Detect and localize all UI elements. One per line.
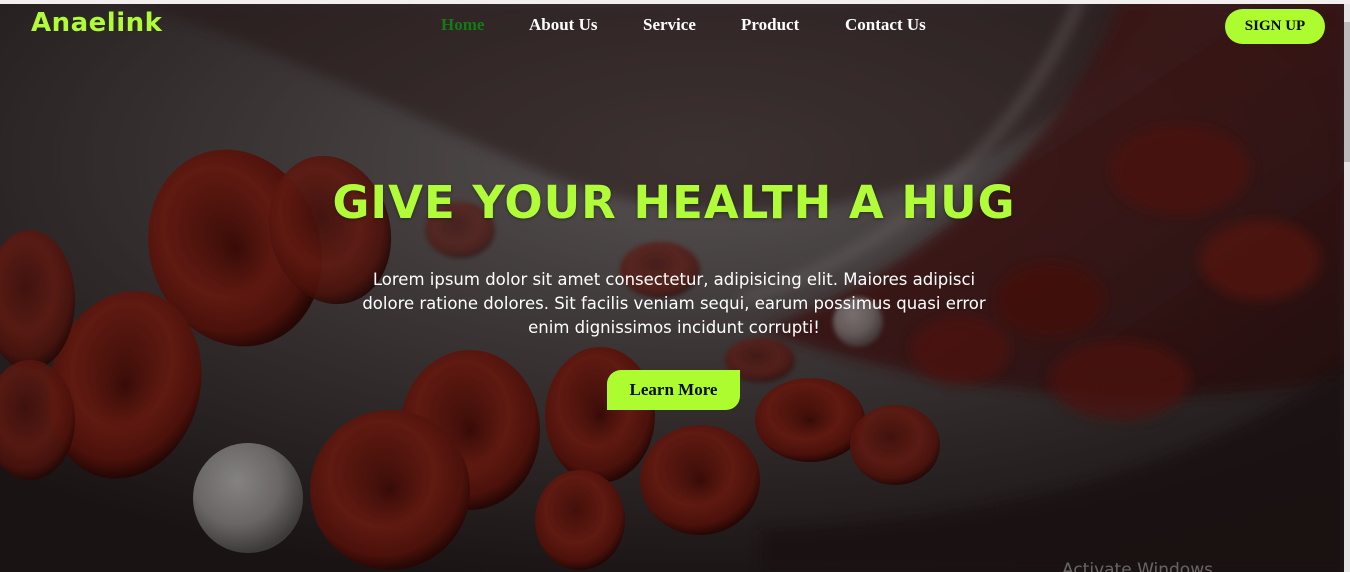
nav-about-us-link[interactable]: About Us bbox=[529, 15, 598, 35]
nav-product-link[interactable]: Product bbox=[741, 15, 799, 35]
hero-headline: GIVE YOUR HEALTH A HUG bbox=[0, 176, 1350, 229]
scrollbar-thumb[interactable] bbox=[1344, 22, 1350, 162]
nav-service-link[interactable]: Service bbox=[643, 15, 696, 35]
sign-up-button[interactable]: SIGN UP bbox=[1225, 9, 1325, 44]
learn-more-button[interactable]: Learn More bbox=[607, 370, 740, 410]
main-nav: Home About Us Service Product Contact Us bbox=[0, 15, 1350, 41]
nav-contact-us-link[interactable]: Contact Us bbox=[845, 15, 926, 35]
landing-page: Anaelink Home About Us Service Product C… bbox=[0, 0, 1350, 572]
nav-home-link[interactable]: Home bbox=[441, 15, 484, 35]
hero-headline-text: GIVE YOUR HEALTH A HUG bbox=[332, 176, 1016, 229]
hero-description: Lorem ipsum dolor sit amet consectetur, … bbox=[362, 270, 986, 337]
browser-top-edge bbox=[0, 0, 1350, 4]
scrollbar-track[interactable] bbox=[1344, 4, 1350, 572]
activate-windows-watermark: Activate Windows bbox=[1062, 560, 1213, 572]
